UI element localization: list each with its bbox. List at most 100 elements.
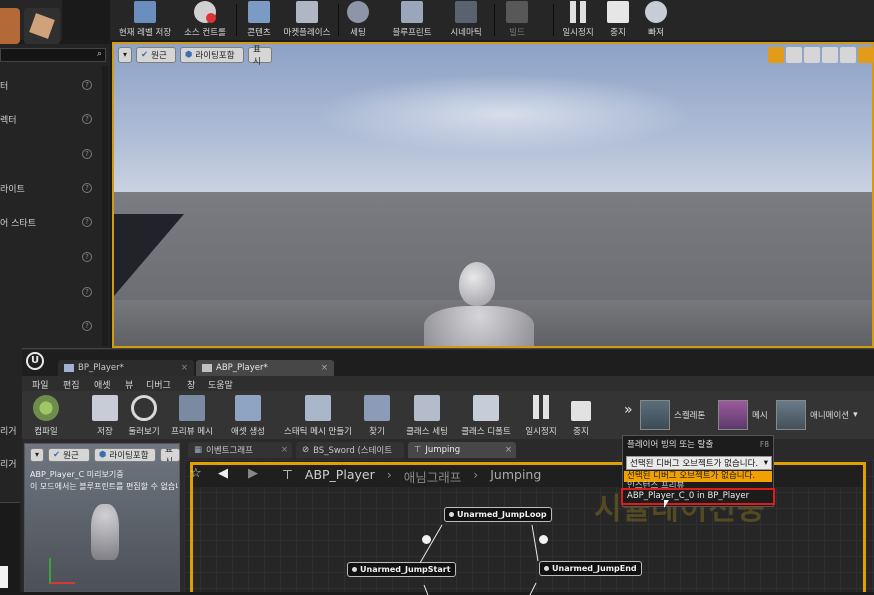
left-item-trigger-1[interactable]: 리거 — [0, 421, 22, 439]
static-mesh-icon — [305, 395, 331, 421]
preview-mesh-button[interactable]: 프리뷰 메시 — [168, 393, 216, 437]
preview-lighting-button[interactable]: ⬢ 라이팅포함 — [94, 448, 156, 462]
viewport-transform-tools[interactable] — [768, 47, 874, 63]
mode-icon-2[interactable] — [24, 8, 60, 44]
close-tab-icon[interactable]: × — [181, 363, 188, 373]
help-icon[interactable]: ? — [82, 183, 92, 193]
close-tab-icon[interactable]: × — [321, 363, 328, 373]
mode-animation-button[interactable]: 애니메이션 ▾ — [776, 398, 874, 432]
surface-snap-icon[interactable] — [840, 47, 856, 63]
overflow-chevron-icon[interactable]: » — [624, 402, 633, 418]
help-icon[interactable]: ? — [82, 321, 92, 331]
settings-button[interactable]: 세팅 — [342, 0, 374, 38]
favorite-star-icon[interactable]: ☆ — [190, 466, 202, 481]
mode-skeleton-button[interactable]: 스켈레톤 — [640, 398, 716, 432]
tab-jumping[interactable]: ⊤ Jumping × — [408, 442, 516, 458]
content-button[interactable]: 콘텐츠 — [241, 0, 277, 38]
cinematic-button[interactable]: 시네마틱 — [444, 0, 488, 38]
level-viewport[interactable] — [112, 42, 874, 348]
menu-file[interactable]: 파일 — [32, 378, 49, 391]
create-asset-button[interactable]: 애셋 생성 — [228, 393, 268, 437]
menu-window[interactable]: 창 — [187, 378, 195, 391]
preview-mesh-icon — [179, 395, 205, 421]
preview-show-button[interactable]: 표시 — [160, 448, 180, 462]
close-tab-icon[interactable]: × — [281, 445, 288, 455]
find-button[interactable]: 찾기 — [364, 393, 390, 437]
help-icon[interactable]: ? — [82, 252, 92, 262]
tab-bp-player[interactable]: BP_Player* × — [58, 360, 194, 376]
left-item-5[interactable]: ? — [0, 248, 100, 266]
world-local-icon[interactable] — [822, 47, 838, 63]
left-item-trigger-2[interactable]: 리거 — [0, 454, 22, 472]
bp-save-button[interactable]: 저장 — [90, 393, 120, 437]
bp-stop-button[interactable]: 중지 — [568, 393, 594, 437]
help-icon[interactable]: ? — [82, 114, 92, 124]
mode-icon-1[interactable] — [0, 8, 20, 44]
perspective-button[interactable]: ✔ 원근 — [136, 47, 176, 63]
left-item-0[interactable]: 터? — [0, 76, 100, 94]
left-white-field[interactable] — [0, 566, 8, 588]
tab-event-graph[interactable]: ▦ 이벤트그래프 × — [188, 442, 292, 458]
close-tab-icon[interactable]: × — [505, 445, 512, 455]
translate-icon[interactable] — [768, 47, 784, 63]
preview-options-button[interactable]: ▾ — [30, 448, 44, 462]
preview-info-line-1: ABP_Player_C 미리보기중 — [30, 470, 124, 479]
left-item-2[interactable]: ? — [0, 145, 100, 163]
breadcrumb-root[interactable]: ABP_Player — [305, 467, 375, 486]
help-icon[interactable]: ? — [82, 287, 92, 297]
left-scrollbar[interactable] — [102, 66, 108, 346]
bp-pause-button[interactable]: 일시정지 — [522, 393, 560, 437]
grid-snap-icon[interactable] — [858, 47, 874, 63]
transition-icon-1[interactable] — [422, 535, 431, 544]
pause-button[interactable]: 일시정지 — [558, 0, 598, 38]
back-arrow-icon[interactable]: ◀ — [218, 466, 228, 481]
source-control-button[interactable]: 소스 컨트롤 — [177, 0, 233, 38]
save-level-button[interactable]: 현재 레벨 저장 — [113, 0, 177, 38]
debug-object-select[interactable]: 선택된 디버그 오브젝트가 없습니다. ▾ — [626, 456, 772, 470]
menu-edit[interactable]: 편집 — [63, 378, 80, 391]
transition-icon-2[interactable] — [539, 535, 548, 544]
show-button[interactable]: 표시 — [248, 45, 272, 67]
help-icon[interactable]: ? — [82, 80, 92, 90]
scale-icon[interactable] — [804, 47, 820, 63]
preview-perspective-button[interactable]: ✔ 원근 — [48, 448, 90, 462]
possess-eject-item[interactable]: 플레이어 빙의 또는 탈출 F8 — [624, 437, 772, 451]
marketplace-button[interactable]: 마켓플레이스 — [279, 0, 335, 38]
mode-mesh-button[interactable]: 메시 — [718, 398, 774, 432]
browse-button[interactable]: 둘러보기 — [126, 393, 162, 437]
content-icon — [248, 1, 270, 23]
lighting-button[interactable]: ⬢ 라이팅포함 — [180, 47, 244, 63]
viewport-options-button[interactable]: ▾ — [118, 47, 132, 63]
preview-viewport[interactable] — [24, 443, 180, 592]
find-icon — [364, 395, 390, 421]
breadcrumb-leaf[interactable]: Jumping — [490, 467, 541, 486]
tab-bs-sword[interactable]: ⊘ BS_Sword (스테이트 — [296, 442, 404, 458]
left-item-4[interactable]: 어 스타트? — [0, 213, 100, 231]
forward-arrow-icon[interactable]: ▶ — [248, 466, 258, 481]
stop-button[interactable]: 중지 — [603, 0, 633, 38]
rotate-icon[interactable] — [786, 47, 802, 63]
eject-button[interactable]: 빠져 — [640, 0, 672, 38]
cinematic-icon — [455, 1, 477, 23]
class-settings-button[interactable]: 클래스 세팅 — [404, 393, 450, 437]
left-item-7[interactable]: ? — [0, 317, 100, 335]
help-icon[interactable]: ? — [82, 217, 92, 227]
left-item-1[interactable]: 렉터? — [0, 110, 100, 128]
menu-asset[interactable]: 애셋 — [94, 378, 111, 391]
make-static-mesh-button[interactable]: 스태틱 메시 만들기 — [282, 393, 354, 437]
help-icon[interactable]: ? — [82, 149, 92, 159]
menu-debug[interactable]: 디버그 — [146, 378, 171, 391]
class-defaults-button[interactable]: 클래스 디폴트 — [458, 393, 514, 437]
compile-button[interactable]: 컴파일 — [28, 393, 64, 437]
settings-icon — [347, 1, 369, 23]
tab-abp-player[interactable]: ABP_Player* × — [196, 360, 334, 376]
menu-view[interactable]: 뷰 — [125, 378, 133, 391]
blueprint-button[interactable]: 블루프린트 — [386, 0, 438, 38]
left-item-6[interactable]: ? — [0, 283, 100, 301]
left-item-3[interactable]: 라이트? — [0, 179, 100, 197]
menu-help[interactable]: 도움말 — [208, 378, 233, 391]
debug-option-abp-player[interactable]: ABP_Player_C_0 in BP_Player — [621, 488, 775, 505]
build-button[interactable]: 빌드 — [500, 0, 534, 38]
breadcrumb-mid[interactable]: 애님그래프 — [404, 467, 462, 486]
left-search-bar[interactable]: ⌕ — [0, 48, 106, 62]
